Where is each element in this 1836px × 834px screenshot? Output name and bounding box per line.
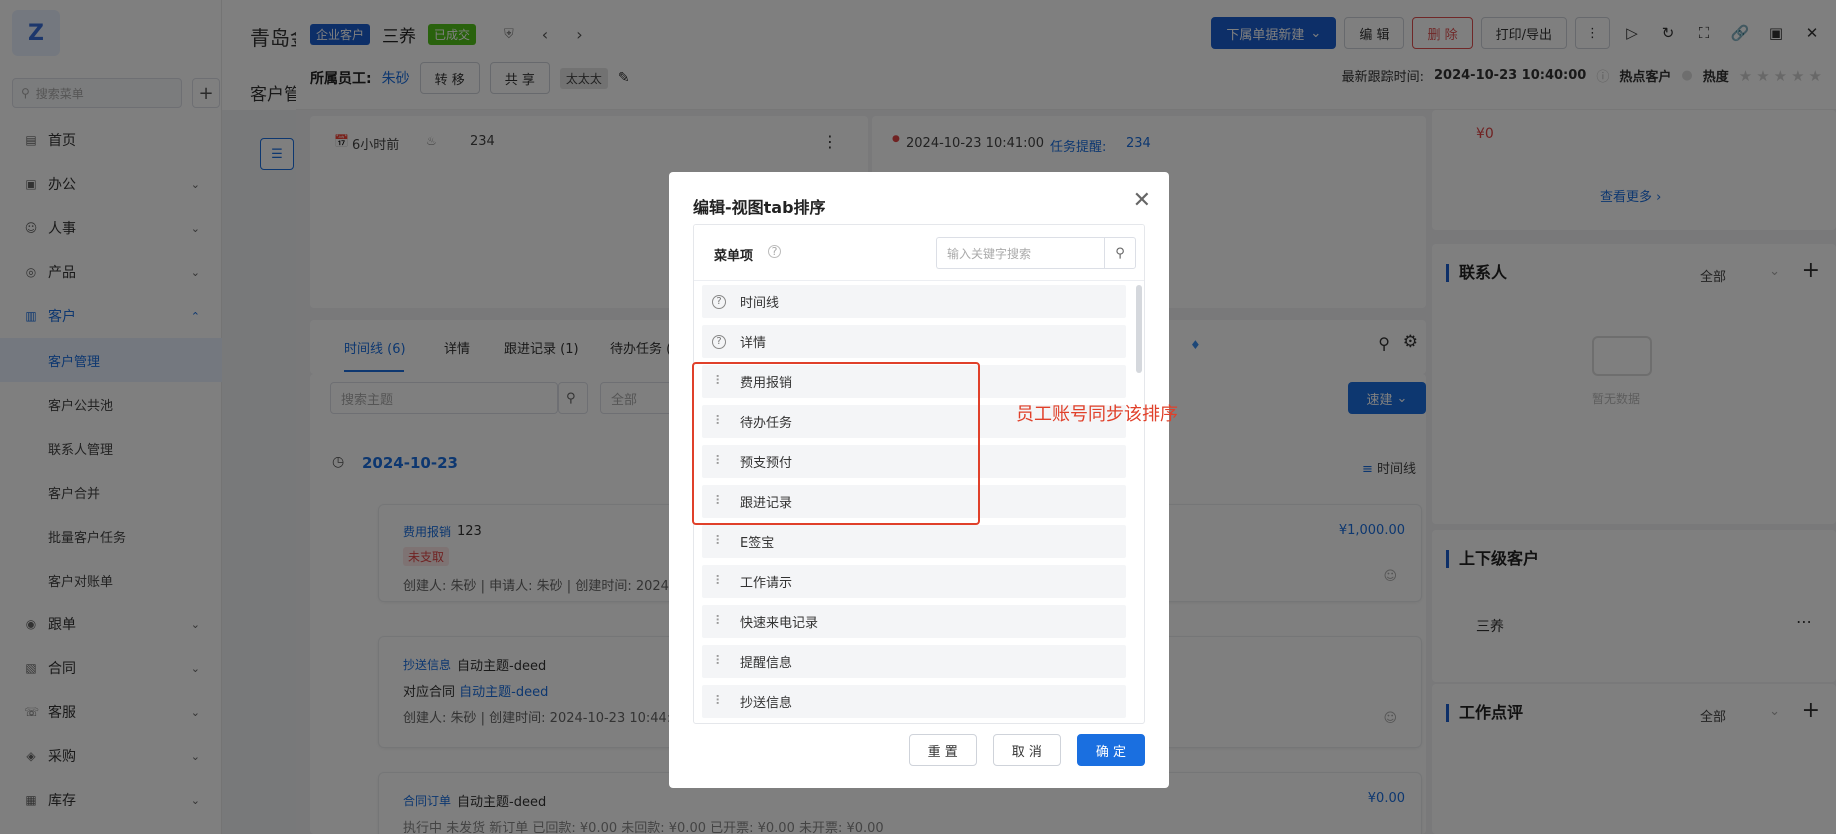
drag-handle-icon[interactable]: ⠇: [712, 614, 726, 629]
sortable-list-item-label: 快速来电记录: [740, 616, 819, 631]
help-circle-icon: ?: [712, 334, 726, 349]
reset-button[interactable]: 重 置: [908, 734, 977, 766]
highlight-annotation-box: [692, 362, 980, 525]
sortable-list-item-label: 详情: [740, 336, 767, 351]
drag-handle-icon[interactable]: ⠇: [712, 694, 726, 709]
sortable-list-item-label: 提醒信息: [740, 656, 793, 671]
keyword-search-input[interactable]: 输入关键字搜索: [936, 237, 1104, 269]
modal-title: 编辑-视图tab排序: [693, 198, 826, 217]
drag-handle-icon[interactable]: ⠇: [712, 574, 726, 589]
sortable-list-item[interactable]: ? 时间线: [702, 285, 1126, 318]
keyword-search-placeholder: 输入关键字搜索: [947, 246, 1032, 261]
sortable-list-item[interactable]: ? 详情: [702, 325, 1126, 358]
sortable-list-item[interactable]: ⠇ 抄送信息: [702, 685, 1126, 718]
drag-handle-icon[interactable]: ⠇: [712, 654, 726, 669]
sortable-list-item[interactable]: ⠇ 提醒信息: [702, 645, 1126, 678]
list-scrollbar[interactable]: [1136, 285, 1142, 373]
sortable-list-item-label: 抄送信息: [740, 696, 793, 711]
drag-handle-icon[interactable]: ⠇: [712, 534, 726, 549]
modal-footer: 重 置 取 消 确 定: [908, 734, 1145, 766]
annotation-text: 员工账号同步该排序: [1016, 404, 1178, 425]
sortable-list-item-label: E签宝: [740, 536, 775, 551]
help-icon: ?: [768, 245, 781, 258]
sortable-list-item[interactable]: ⠇ 快速来电记录: [702, 605, 1126, 638]
cancel-button[interactable]: 取 消: [992, 734, 1061, 766]
panel-header: 菜单项 ? 输入关键字搜索 ⚲: [694, 225, 1144, 281]
sortable-list-item[interactable]: ⠇ 工作请示: [702, 565, 1126, 598]
sortable-list-item-label: 工作请示: [740, 576, 793, 591]
search-icon: ⚲: [1115, 245, 1125, 261]
sortable-list-item-label: 时间线: [740, 296, 780, 311]
help-circle-icon: ?: [712, 294, 726, 309]
search-button[interactable]: ⚲: [1104, 237, 1136, 269]
panel-label: 菜单项: [714, 249, 754, 264]
close-icon[interactable]: ✕: [1133, 188, 1151, 213]
sortable-list-item[interactable]: ⠇ E签宝: [702, 525, 1126, 558]
confirm-button[interactable]: 确 定: [1076, 734, 1145, 766]
